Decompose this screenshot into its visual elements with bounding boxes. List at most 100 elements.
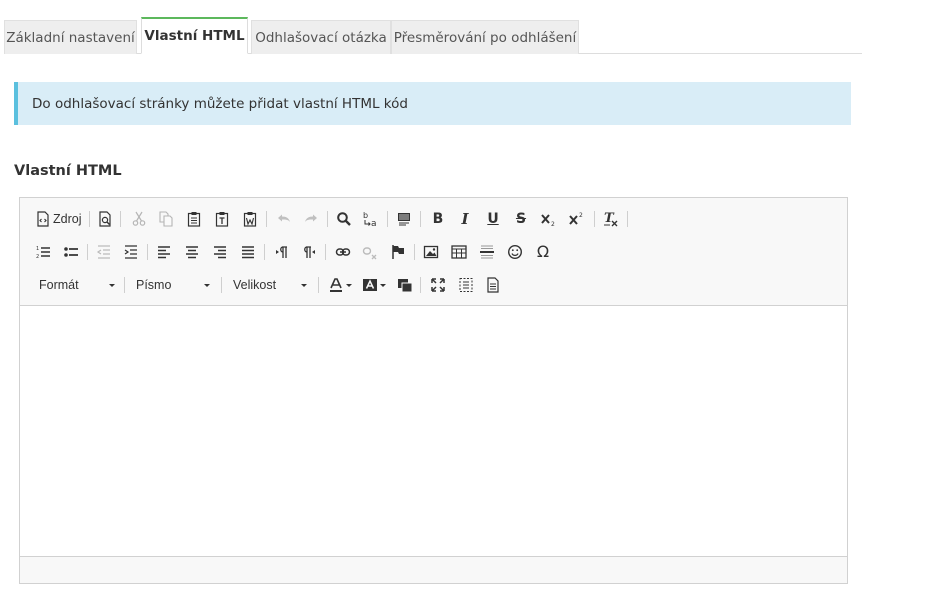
tab-label: Vlastní HTML bbox=[144, 28, 245, 44]
anchor-button[interactable] bbox=[387, 241, 409, 263]
chevron-down-icon bbox=[109, 283, 115, 287]
svg-text:2: 2 bbox=[36, 254, 39, 260]
tab-unsubscribe-question[interactable]: Odhlašovací otázka bbox=[251, 20, 391, 54]
preview-button[interactable] bbox=[94, 208, 116, 230]
underline-button[interactable]: U bbox=[482, 208, 504, 230]
strikethrough-button[interactable]: S bbox=[510, 208, 532, 230]
editor-content-area[interactable] bbox=[20, 306, 847, 556]
info-alert-text: Do odhlašovací stránky můžete přidat vla… bbox=[32, 95, 408, 112]
italic-button[interactable]: I bbox=[454, 208, 476, 230]
toolbar-separator bbox=[266, 211, 267, 227]
toolbar-separator bbox=[221, 277, 222, 293]
svg-text:a: a bbox=[371, 219, 377, 228]
toolbar-separator bbox=[414, 244, 415, 260]
tab-redirect-after-unsubscribe[interactable]: Přesměrování po odhlášení bbox=[391, 20, 579, 54]
chevron-down-icon bbox=[380, 283, 386, 287]
maximize-button[interactable] bbox=[427, 274, 449, 296]
tab-label: Základní nastavení bbox=[6, 29, 135, 46]
info-alert: Do odhlašovací stránky můžete přidat vla… bbox=[14, 82, 851, 125]
copy-button[interactable] bbox=[155, 208, 177, 230]
source-button[interactable]: Zdroj bbox=[34, 208, 86, 230]
background-color-button[interactable] bbox=[360, 274, 388, 296]
replace-button[interactable]: b a bbox=[360, 208, 382, 230]
paste-text-button[interactable] bbox=[211, 208, 233, 230]
copy-icon bbox=[159, 211, 173, 227]
tab-bar: Základní nastavení Vlastní HTML Odhlašov… bbox=[4, 17, 862, 54]
align-center-button[interactable] bbox=[181, 241, 203, 263]
indent-icon bbox=[124, 245, 137, 259]
toolbar-separator bbox=[325, 244, 326, 260]
editor-status-bar bbox=[20, 556, 847, 583]
paste-from-word-button[interactable] bbox=[239, 208, 261, 230]
chevron-down-icon bbox=[301, 283, 307, 287]
cut-button[interactable] bbox=[128, 208, 150, 230]
unlink-button[interactable] bbox=[359, 241, 381, 263]
smiley-button[interactable] bbox=[504, 241, 526, 263]
bulleted-list-button[interactable] bbox=[60, 241, 82, 263]
show-blocks-button[interactable] bbox=[455, 274, 477, 296]
search-icon bbox=[337, 212, 351, 226]
size-dropdown-label: Velikost bbox=[233, 278, 277, 292]
justify-button[interactable] bbox=[237, 241, 259, 263]
text-color-icon bbox=[330, 278, 342, 292]
bold-button[interactable]: B bbox=[427, 208, 449, 230]
omega-icon: Ω bbox=[536, 242, 550, 261]
source-icon bbox=[37, 211, 49, 227]
remove-format-icon: T bbox=[604, 211, 618, 227]
subscript-button[interactable]: 2 bbox=[538, 208, 560, 230]
document-button[interactable] bbox=[482, 274, 504, 296]
toolbar-row-1: Zdroj b a B I U S 2 2 T bbox=[20, 205, 847, 233]
clipboard-text-icon bbox=[215, 212, 229, 227]
remove-format-button[interactable]: T bbox=[600, 208, 622, 230]
redo-button[interactable] bbox=[300, 208, 322, 230]
tab-custom-html[interactable]: Vlastní HTML bbox=[141, 17, 248, 54]
svg-text:b: b bbox=[363, 211, 368, 220]
undo-button[interactable] bbox=[273, 208, 295, 230]
horizontal-line-button[interactable] bbox=[476, 241, 498, 263]
clipboard-icon bbox=[187, 212, 201, 227]
toolbar-separator bbox=[264, 244, 265, 260]
link-icon bbox=[335, 248, 351, 256]
paste-button[interactable] bbox=[183, 208, 205, 230]
font-dropdown[interactable]: Písmo bbox=[130, 273, 216, 297]
text-color-button[interactable] bbox=[326, 274, 354, 296]
select-all-icon bbox=[398, 213, 410, 226]
outdent-icon bbox=[96, 245, 110, 259]
superscript-button[interactable]: 2 bbox=[566, 208, 588, 230]
tab-basic-settings[interactable]: Základní nastavení bbox=[4, 20, 137, 54]
increase-indent-button[interactable] bbox=[120, 241, 142, 263]
toolbar-separator bbox=[327, 211, 328, 227]
numbered-list-button[interactable]: 1 2 bbox=[32, 241, 54, 263]
align-left-button[interactable] bbox=[153, 241, 175, 263]
document-icon bbox=[487, 277, 499, 293]
italic-icon: I bbox=[461, 209, 469, 228]
image-icon bbox=[423, 245, 439, 259]
font-dropdown-label: Písmo bbox=[136, 278, 172, 292]
format-dropdown-label: Formát bbox=[39, 278, 79, 292]
tab-label: Odhlašovací otázka bbox=[255, 29, 387, 46]
find-button[interactable] bbox=[333, 208, 355, 230]
table-icon bbox=[451, 245, 467, 259]
align-right-button[interactable] bbox=[209, 241, 231, 263]
table-button[interactable] bbox=[448, 241, 470, 263]
copy-formatting-button[interactable] bbox=[394, 274, 416, 296]
link-button[interactable] bbox=[332, 241, 354, 263]
special-character-button[interactable]: Ω bbox=[532, 241, 554, 263]
decrease-indent-button[interactable] bbox=[93, 241, 115, 263]
toolbar-separator bbox=[120, 211, 121, 227]
maximize-icon bbox=[431, 278, 445, 292]
underline-icon: U bbox=[487, 211, 499, 227]
clipboard-word-icon bbox=[243, 212, 257, 227]
numbered-list-icon: 1 2 bbox=[36, 246, 50, 260]
select-all-button[interactable] bbox=[393, 208, 415, 230]
smiley-icon bbox=[507, 244, 523, 260]
size-dropdown[interactable]: Velikost bbox=[227, 273, 313, 297]
image-button[interactable] bbox=[420, 241, 442, 263]
text-direction-rtl-button[interactable] bbox=[298, 241, 320, 263]
bulleted-list-icon bbox=[64, 247, 78, 257]
editor-toolbar: Zdroj b a B I U S 2 2 T 1 2 Ω Formát Pís… bbox=[20, 198, 847, 306]
text-direction-ltr-button[interactable] bbox=[271, 241, 293, 263]
format-dropdown[interactable]: Formát bbox=[33, 273, 121, 297]
background-color-icon bbox=[363, 279, 377, 291]
scissors-icon bbox=[132, 211, 146, 226]
